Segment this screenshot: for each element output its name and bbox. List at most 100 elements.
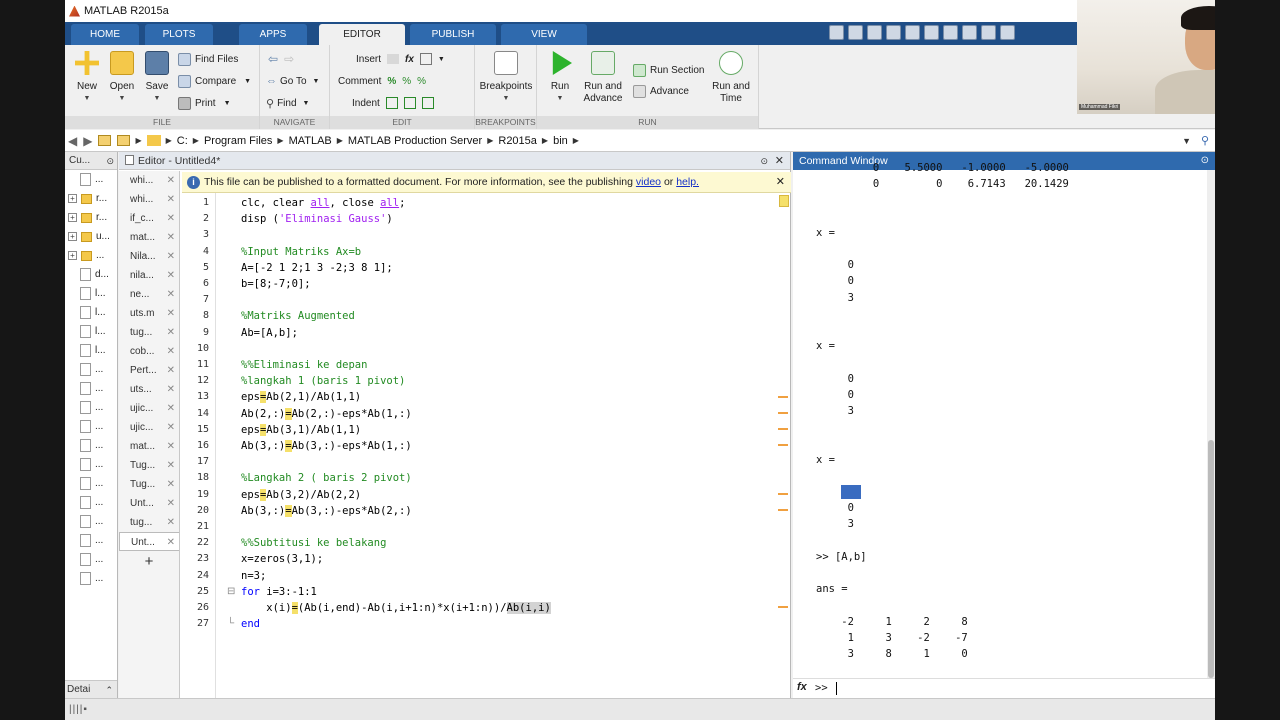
close-tab-icon[interactable]: ✕ <box>167 228 175 247</box>
close-tab-icon[interactable]: ✕ <box>167 513 175 532</box>
crumb-drive[interactable]: C: <box>177 135 188 147</box>
video-link[interactable]: video <box>636 176 661 188</box>
command-scrollbar[interactable] <box>1207 170 1215 698</box>
expand-icon[interactable]: + <box>68 213 77 222</box>
crumb-bin[interactable]: bin <box>553 135 568 147</box>
close-tab-icon[interactable]: ✕ <box>167 494 175 513</box>
close-tab-icon[interactable]: ✕ <box>167 209 175 228</box>
fold-marker-icon[interactable]: ⊟ <box>227 586 235 597</box>
folder-item[interactable]: ... <box>65 474 117 493</box>
code-line[interactable]: A=[-2 1 2;1 3 -2;3 8 1]; <box>241 262 393 274</box>
close-tab-icon[interactable]: ✕ <box>167 171 175 190</box>
code-line[interactable]: eps=Ab(3,1)/Ab(1,1) <box>241 423 361 436</box>
document-tab[interactable]: nila... ✕ <box>119 266 179 285</box>
qat-save-icon[interactable] <box>848 25 863 40</box>
qat-copy-icon[interactable] <box>886 25 901 40</box>
code-line[interactable]: %Input Matriks Ax=b <box>241 246 361 258</box>
folder-item[interactable]: l... <box>65 341 117 360</box>
qat-layout-icon[interactable] <box>981 25 996 40</box>
code-line[interactable]: Ab(3,:)=Ab(3,:)-eps*Ab(2,:) <box>241 504 412 517</box>
code-line[interactable]: %%Eliminasi ke depan <box>241 359 367 371</box>
new-tab-button[interactable]: + <box>119 553 179 570</box>
crumb-program-files[interactable]: Program Files <box>204 135 272 147</box>
qat-redo-icon[interactable] <box>943 25 958 40</box>
tab-publish[interactable]: PUBLISH <box>410 24 496 45</box>
tab-editor[interactable]: EDITOR <box>319 24 405 45</box>
print-button[interactable]: Print ▼ <box>178 95 231 111</box>
document-tab[interactable]: Tug... ✕ <box>119 475 179 494</box>
folder-item[interactable]: l... <box>65 303 117 322</box>
code-line[interactable]: %langkah 1 (baris 1 pivot) <box>241 375 405 387</box>
folder-item[interactable]: + r... <box>65 189 117 208</box>
tab-view[interactable]: VIEW <box>501 24 587 45</box>
search-icon[interactable]: ⚲ <box>1201 134 1209 147</box>
breakpoints-button[interactable]: Breakpoints ▼ <box>478 51 534 105</box>
back-forward-buttons[interactable]: ⇦ ⇨ <box>268 51 294 67</box>
document-tab[interactable]: mat... ✕ <box>119 437 179 456</box>
close-tab-icon[interactable]: ✕ <box>167 437 175 456</box>
editor-menu-icon[interactable]: ⊙ <box>760 152 768 170</box>
details-toggle[interactable]: Detai ⌃ <box>65 680 117 698</box>
close-tab-icon[interactable]: ✕ <box>167 285 175 304</box>
warning-marker[interactable] <box>778 444 788 446</box>
folder-item[interactable]: ... <box>65 512 117 531</box>
function-browser-icon[interactable]: fx <box>797 681 807 693</box>
expand-icon[interactable]: + <box>68 232 77 241</box>
close-tab-icon[interactable]: ✕ <box>167 380 175 399</box>
close-tab-icon[interactable]: ✕ <box>167 190 175 209</box>
close-tab-icon[interactable]: ✕ <box>167 533 175 552</box>
qat-cut-icon[interactable] <box>867 25 882 40</box>
close-tab-icon[interactable]: ✕ <box>167 323 175 342</box>
panel-menu-icon[interactable]: ⊙ <box>106 152 114 170</box>
tab-plots[interactable]: PLOTS <box>145 24 213 45</box>
find-files-button[interactable]: Find Files <box>178 51 238 67</box>
warning-marker[interactable] <box>778 509 788 511</box>
document-tab[interactable]: cob... ✕ <box>119 342 179 361</box>
qat-open-icon[interactable] <box>829 25 844 40</box>
folder-item[interactable]: l... <box>65 322 117 341</box>
document-tab[interactable]: if_c... ✕ <box>119 209 179 228</box>
up-folder-icon[interactable] <box>98 135 112 146</box>
code-line[interactable]: disp ('Eliminasi Gauss') <box>241 213 393 225</box>
code-line[interactable]: %Matriks Augmented <box>241 310 355 322</box>
document-tab[interactable]: ujic... ✕ <box>119 418 179 437</box>
qat-switch-icon[interactable] <box>962 25 977 40</box>
close-tab-icon[interactable]: ✕ <box>167 456 175 475</box>
comment-button[interactable]: Comment%%% <box>338 73 426 89</box>
address-dropdown-icon[interactable]: ▼ <box>1182 136 1191 146</box>
code-line[interactable]: x=zeros(3,1); <box>241 553 323 565</box>
expand-icon[interactable]: + <box>68 194 77 203</box>
command-menu-icon[interactable]: ⊙ <box>1201 152 1209 170</box>
code-area[interactable]: clc, clear all, close all; disp ('Elimina… <box>227 193 776 698</box>
info-close-icon[interactable]: ✕ <box>776 172 785 193</box>
code-line[interactable]: b=[8;-7;0]; <box>241 278 311 290</box>
run-and-advance-button[interactable]: Run and Advance <box>581 51 625 105</box>
code-line[interactable]: n=3; <box>241 570 266 582</box>
folder-item[interactable]: ... <box>65 550 117 569</box>
close-tab-icon[interactable]: ✕ <box>167 475 175 494</box>
document-tab[interactable]: Nila... ✕ <box>119 247 179 266</box>
close-tab-icon[interactable]: ✕ <box>167 399 175 418</box>
close-tab-icon[interactable]: ✕ <box>167 247 175 266</box>
fold-marker-icon[interactable]: └ <box>227 618 234 629</box>
qat-help-icon[interactable] <box>1000 25 1015 40</box>
code-line[interactable]: clc, clear all, close all; <box>241 197 405 209</box>
folder-item[interactable]: ... <box>65 531 117 550</box>
back-icon[interactable]: ◀ <box>68 134 77 148</box>
folder-item[interactable]: ... <box>65 398 117 417</box>
folder-item[interactable]: ... <box>65 170 117 189</box>
document-tab[interactable]: uts... ✕ <box>119 380 179 399</box>
forward-icon[interactable]: ▶ <box>83 134 92 148</box>
code-line[interactable]: %Langkah 2 ( baris 2 pivot) <box>241 472 412 484</box>
folder-item[interactable]: ... <box>65 569 117 588</box>
document-tab[interactable]: whi... ✕ <box>119 190 179 209</box>
goto-button[interactable]: ⇔ Go To ▼ <box>266 73 319 89</box>
find-button[interactable]: ⚲ Find ▼ <box>266 95 309 111</box>
qat-paste-icon[interactable] <box>905 25 920 40</box>
qat-undo-icon[interactable] <box>924 25 939 40</box>
close-tab-icon[interactable]: ✕ <box>167 266 175 285</box>
code-line[interactable]: Ab=[A,b]; <box>241 327 298 339</box>
run-section-button[interactable]: Run Section <box>633 62 704 78</box>
warning-marker[interactable] <box>778 396 788 398</box>
folder-item[interactable]: + u... <box>65 227 117 246</box>
